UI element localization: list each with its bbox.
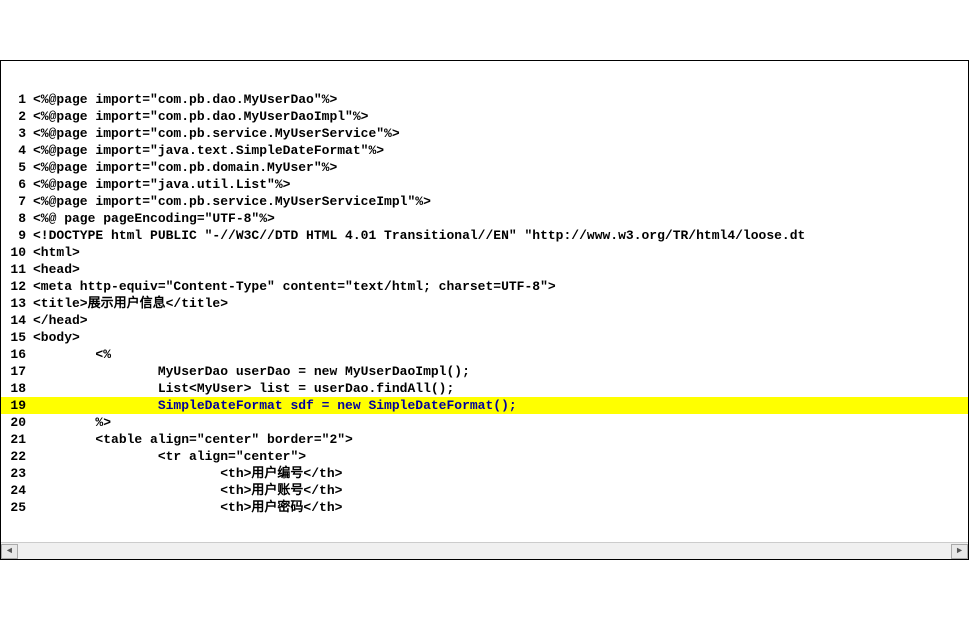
line-text[interactable]: SimpleDateFormat sdf = new SimpleDateFor… — [31, 397, 968, 414]
code-line[interactable]: 24 <th>用户账号</th> — [1, 482, 968, 499]
line-text[interactable]: <%@page import="com.pb.service.MyUserSer… — [31, 125, 968, 142]
code-line[interactable]: 10<html> — [1, 244, 968, 261]
code-line[interactable]: 19 SimpleDateFormat sdf = new SimpleDate… — [1, 397, 968, 414]
code-editor[interactable]: 1<%@page import="com.pb.dao.MyUserDao"%>… — [0, 60, 969, 560]
line-text[interactable]: <%@page import="com.pb.service.MyUserSer… — [31, 193, 968, 210]
line-text[interactable]: <%@page import="com.pb.domain.MyUser"%> — [31, 159, 968, 176]
code-line[interactable]: 20 %> — [1, 414, 968, 431]
line-text[interactable]: <th>用户账号</th> — [31, 482, 968, 499]
code-line[interactable]: 3<%@page import="com.pb.service.MyUserSe… — [1, 125, 968, 142]
line-text[interactable]: List<MyUser> list = userDao.findAll(); — [31, 380, 968, 397]
line-text[interactable]: <th>用户密码</th> — [31, 499, 968, 516]
code-line[interactable]: 15<body> — [1, 329, 968, 346]
line-number: 1 — [1, 91, 31, 108]
code-line[interactable]: 18 List<MyUser> list = userDao.findAll()… — [1, 380, 968, 397]
line-text[interactable]: <table align="center" border="2"> — [31, 431, 968, 448]
line-text[interactable]: <head> — [31, 261, 968, 278]
line-number: 21 — [1, 431, 31, 448]
line-text[interactable]: <body> — [31, 329, 968, 346]
line-number: 19 — [1, 397, 31, 414]
code-line[interactable]: 21 <table align="center" border="2"> — [1, 431, 968, 448]
line-number: 18 — [1, 380, 31, 397]
line-number: 22 — [1, 448, 31, 465]
line-number: 5 — [1, 159, 31, 176]
code-line[interactable]: 23 <th>用户编号</th> — [1, 465, 968, 482]
line-text[interactable]: <meta http-equiv="Content-Type" content=… — [31, 278, 968, 295]
code-line[interactable]: 16 <% — [1, 346, 968, 363]
line-text[interactable]: %> — [31, 414, 968, 431]
line-text[interactable]: <%@page import="com.pb.dao.MyUserDao"%> — [31, 91, 968, 108]
code-line[interactable]: 2<%@page import="com.pb.dao.MyUserDaoImp… — [1, 108, 968, 125]
code-line[interactable]: 4<%@page import="java.text.SimpleDateFor… — [1, 142, 968, 159]
line-number: 11 — [1, 261, 31, 278]
scroll-right-arrow[interactable]: ► — [951, 544, 968, 559]
line-number: 13 — [1, 295, 31, 312]
line-text[interactable]: <html> — [31, 244, 968, 261]
line-text[interactable]: <%@page import="com.pb.dao.MyUserDaoImpl… — [31, 108, 968, 125]
line-number: 7 — [1, 193, 31, 210]
code-line[interactable]: 9<!DOCTYPE html PUBLIC "-//W3C//DTD HTML… — [1, 227, 968, 244]
line-number: 3 — [1, 125, 31, 142]
line-text[interactable]: <% — [31, 346, 968, 363]
line-text[interactable]: <!DOCTYPE html PUBLIC "-//W3C//DTD HTML … — [31, 227, 968, 244]
line-text[interactable]: MyUserDao userDao = new MyUserDaoImpl(); — [31, 363, 968, 380]
line-number: 17 — [1, 363, 31, 380]
line-number: 12 — [1, 278, 31, 295]
line-number: 10 — [1, 244, 31, 261]
code-line[interactable]: 25 <th>用户密码</th> — [1, 499, 968, 516]
scroll-left-arrow[interactable]: ◄ — [1, 544, 18, 559]
code-line[interactable]: 5<%@page import="com.pb.domain.MyUser"%> — [1, 159, 968, 176]
line-number: 8 — [1, 210, 31, 227]
horizontal-scrollbar[interactable]: ◄ ► — [1, 542, 968, 559]
line-number: 16 — [1, 346, 31, 363]
line-text[interactable]: <title>展示用户信息</title> — [31, 295, 968, 312]
line-text[interactable]: <%@page import="java.text.SimpleDateForm… — [31, 142, 968, 159]
code-line[interactable]: 22 <tr align="center"> — [1, 448, 968, 465]
line-text[interactable]: </head> — [31, 312, 968, 329]
line-number: 20 — [1, 414, 31, 431]
line-number: 14 — [1, 312, 31, 329]
line-number: 6 — [1, 176, 31, 193]
line-number: 23 — [1, 465, 31, 482]
code-line[interactable]: 1<%@page import="com.pb.dao.MyUserDao"%> — [1, 91, 968, 108]
line-number: 24 — [1, 482, 31, 499]
code-line[interactable]: 7<%@page import="com.pb.service.MyUserSe… — [1, 193, 968, 210]
code-line[interactable]: 14</head> — [1, 312, 968, 329]
line-text[interactable]: <%@ page pageEncoding="UTF-8"%> — [31, 210, 968, 227]
code-line[interactable]: 6<%@page import="java.util.List"%> — [1, 176, 968, 193]
line-text[interactable]: <%@page import="java.util.List"%> — [31, 176, 968, 193]
code-line[interactable]: 17 MyUserDao userDao = new MyUserDaoImpl… — [1, 363, 968, 380]
code-line[interactable]: 11<head> — [1, 261, 968, 278]
line-number: 4 — [1, 142, 31, 159]
line-text[interactable]: <tr align="center"> — [31, 448, 968, 465]
code-line[interactable]: 12<meta http-equiv="Content-Type" conten… — [1, 278, 968, 295]
line-text[interactable]: <th>用户编号</th> — [31, 465, 968, 482]
code-line[interactable]: 8<%@ page pageEncoding="UTF-8"%> — [1, 210, 968, 227]
line-number: 9 — [1, 227, 31, 244]
line-number: 2 — [1, 108, 31, 125]
code-line[interactable]: 13<title>展示用户信息</title> — [1, 295, 968, 312]
line-number: 25 — [1, 499, 31, 516]
line-number: 15 — [1, 329, 31, 346]
scroll-track[interactable] — [18, 544, 951, 559]
code-area[interactable]: 1<%@page import="com.pb.dao.MyUserDao"%>… — [1, 91, 968, 516]
